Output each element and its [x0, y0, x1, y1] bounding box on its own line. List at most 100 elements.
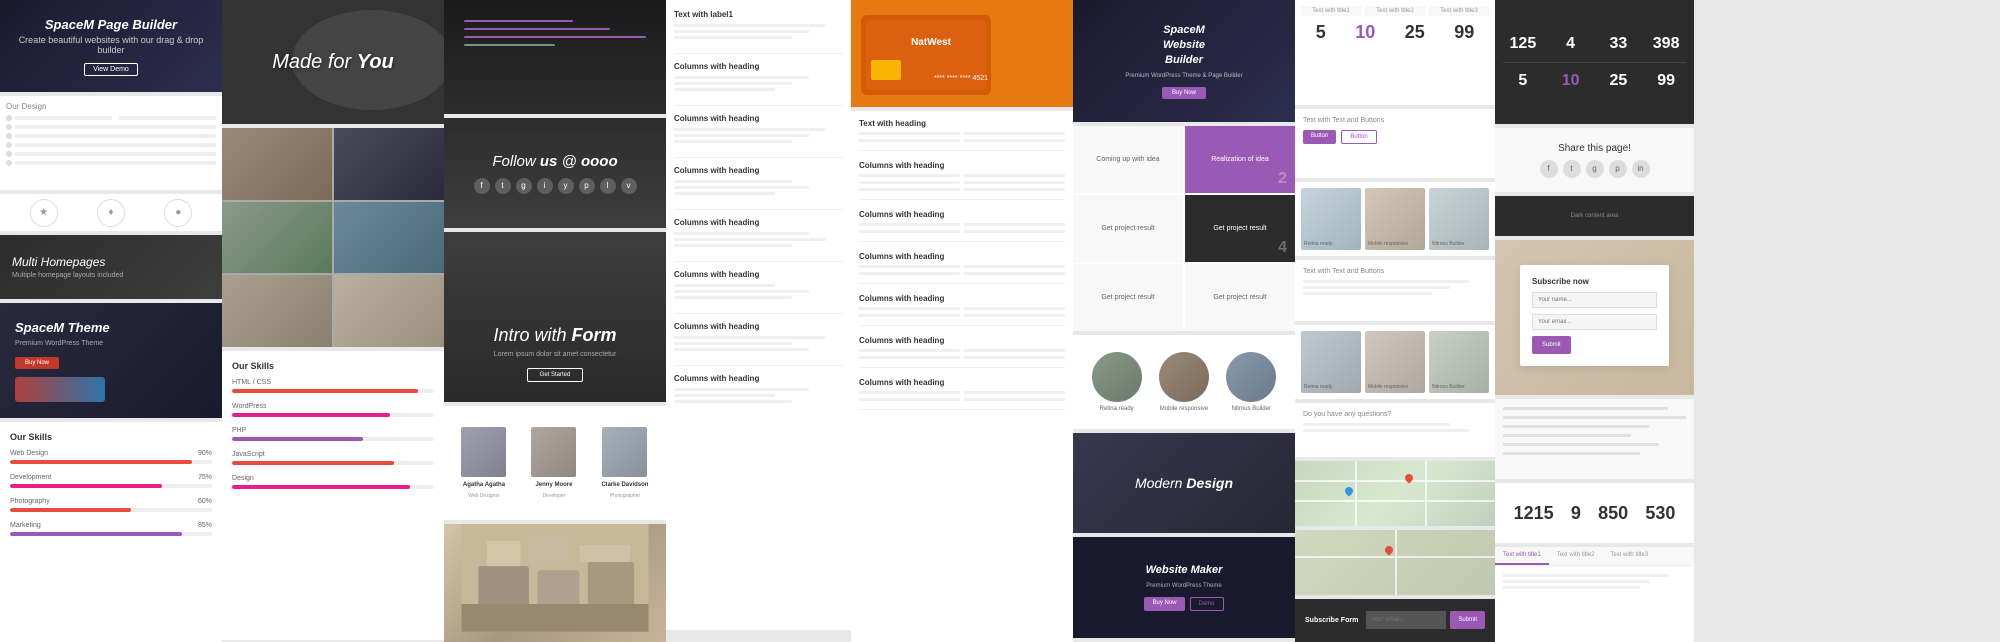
follow-us-panel: Follow us @ oooo f t g i y p l v — [444, 118, 666, 228]
builder-demo-btn[interactable]: View Demo — [84, 63, 138, 76]
circle-label-2: Mobile responsive — [1160, 406, 1208, 412]
mini-btn-1[interactable]: Button — [1303, 130, 1336, 144]
tab-item-8-3[interactable]: Text with title3 — [1602, 547, 1656, 565]
content-list-panel: Text with label1 Columns with heading Co… — [666, 0, 851, 630]
subscribe-email-input[interactable] — [1366, 611, 1446, 629]
pinterest-icon[interactable]: p — [579, 178, 595, 194]
icon-circle-3[interactable]: ● — [164, 199, 192, 227]
skill-label: Development75% — [10, 474, 212, 481]
share-pinterest-icon[interactable]: p — [1609, 160, 1627, 178]
team-name-2: Jenny Moore — [535, 482, 572, 488]
t-line — [1303, 429, 1469, 432]
icon-circle-1[interactable]: ★ — [30, 199, 58, 227]
subscribe-bottom-panel: Subscribe Form Submit — [1295, 599, 1495, 642]
steps-grid: Coming up with idea 1 Realization of ide… — [1073, 126, 1295, 332]
spacem-theme-panel: SpaceM Theme Premium WordPress Theme Buy… — [0, 303, 222, 419]
col-line — [964, 223, 1065, 226]
content-heading: Columns with heading — [674, 166, 843, 175]
subscribe-form-btn[interactable]: Submit — [1532, 336, 1571, 354]
design-line — [119, 116, 216, 120]
tab-item-8-1[interactable]: Text with title1 — [1495, 547, 1549, 565]
modern-design-text: Modern Design — [1135, 475, 1233, 491]
skill-item: Photography60% — [10, 498, 212, 512]
stat-item-2: 10 — [1355, 22, 1375, 44]
twitter-icon[interactable]: t — [495, 178, 511, 194]
intro-form-title: Intro with Form — [493, 325, 616, 346]
retina-img-5: Mobile responsive — [1365, 331, 1425, 393]
google-icon[interactable]: g — [516, 178, 532, 194]
icon-circle-2[interactable]: ♦ — [97, 199, 125, 227]
made-for-you-text: Made for You — [272, 51, 394, 74]
content-section-2: Columns with heading — [674, 62, 843, 91]
skill-bar-fill — [10, 532, 182, 536]
content-line — [674, 24, 826, 27]
intro-form-sub: Lorem ipsum dolor sit amet consectetur — [494, 351, 617, 358]
vimeo-icon[interactable]: v — [621, 178, 637, 194]
tab-line — [1503, 586, 1640, 589]
number-val-3: 33 — [1599, 34, 1639, 53]
step-cell-2: Realization of idea 2 — [1185, 126, 1295, 193]
design-line — [15, 161, 216, 165]
text-btn-label-1: Text with Text and Buttons — [1303, 117, 1487, 124]
content-line — [674, 36, 792, 39]
instagram-icon[interactable]: i — [537, 178, 553, 194]
youtube-icon[interactable]: y — [558, 178, 574, 194]
design-row — [6, 160, 216, 166]
content-divider — [674, 157, 843, 158]
retina-label-1: Retina ready — [1304, 241, 1332, 247]
design-rows — [6, 115, 216, 166]
col-line — [964, 188, 1065, 191]
content-divider — [674, 261, 843, 262]
skill-label: PHP — [232, 427, 434, 434]
dark-line-4 — [464, 44, 555, 46]
col-line — [964, 349, 1065, 352]
tab-item-8-2[interactable]: Text with title2 — [1549, 547, 1603, 565]
team-member-1: Agatha Agatha Web Designer — [461, 427, 506, 499]
linkedin-icon[interactable]: l — [600, 178, 616, 194]
text-section-title-1: Text with Text and Buttons — [1303, 268, 1487, 275]
map-road-h-2 — [1295, 500, 1495, 502]
tab-body-8 — [1495, 566, 1694, 600]
content-line — [674, 128, 826, 131]
step-cell-1: Coming up with idea 1 — [1073, 126, 1183, 193]
retina-panel-2: Retina ready Mobile responsive Nitrous B… — [1295, 325, 1495, 399]
maker-btn-2[interactable]: Demo — [1190, 597, 1224, 611]
subscribe-form-inner: Subscribe now Submit — [1520, 265, 1669, 366]
subscribe-name-input[interactable] — [1532, 292, 1657, 308]
stat-num-4: 99 — [1454, 22, 1474, 44]
skills-panel-2: Our Skills HTML / CSS WordPress — [222, 351, 444, 640]
skill-label: Marketing85% — [10, 522, 212, 529]
website-builder-btn[interactable]: Buy Now — [1162, 87, 1206, 99]
intro-form-btn[interactable]: Get Started — [527, 368, 584, 382]
circle-item-3: Nitrous Builder — [1226, 352, 1276, 412]
design-line — [15, 116, 112, 120]
step-text-3: Get project result — [1096, 220, 1159, 237]
share-facebook-icon[interactable]: f — [1540, 160, 1558, 178]
bottom-numbers-panel: 1215 9 850 530 — [1495, 483, 1694, 543]
tab-panel-bottom-8: Text with title1 Text with title2 Text w… — [1495, 547, 1694, 642]
cols-section-4: Columns with heading — [859, 252, 1065, 284]
share-linkedin-icon[interactable]: in — [1632, 160, 1650, 178]
skill-bar-bg — [10, 460, 212, 464]
mini-btn-outline-1[interactable]: Button — [1341, 130, 1376, 144]
share-google-icon[interactable]: g — [1586, 160, 1604, 178]
theme-buy-btn[interactable]: Buy Now — [15, 357, 59, 369]
subscribe-form-title: Subscribe now — [1532, 277, 1657, 286]
facebook-icon[interactable]: f — [474, 178, 490, 194]
t-line — [1503, 443, 1659, 446]
subscribe-submit-btn[interactable]: Submit — [1450, 611, 1485, 629]
skill-label: Design — [232, 475, 434, 482]
share-twitter-icon[interactable]: t — [1563, 160, 1581, 178]
content-line — [674, 284, 775, 287]
step-text-4: Get project result — [1208, 220, 1271, 237]
maker-btn-1[interactable]: Buy Now — [1144, 597, 1184, 611]
content-heading: Columns with heading — [674, 218, 843, 227]
skill-item: HTML / CSS — [232, 379, 434, 393]
icons-row-panel: ★ ♦ ● — [0, 194, 222, 231]
cols-lines — [859, 349, 1065, 359]
design-dot — [6, 115, 12, 121]
subscribe-email-input-2[interactable] — [1532, 314, 1657, 330]
dark-lines-panel — [444, 0, 666, 114]
skill-fill — [232, 437, 363, 441]
design-dot — [6, 151, 12, 157]
